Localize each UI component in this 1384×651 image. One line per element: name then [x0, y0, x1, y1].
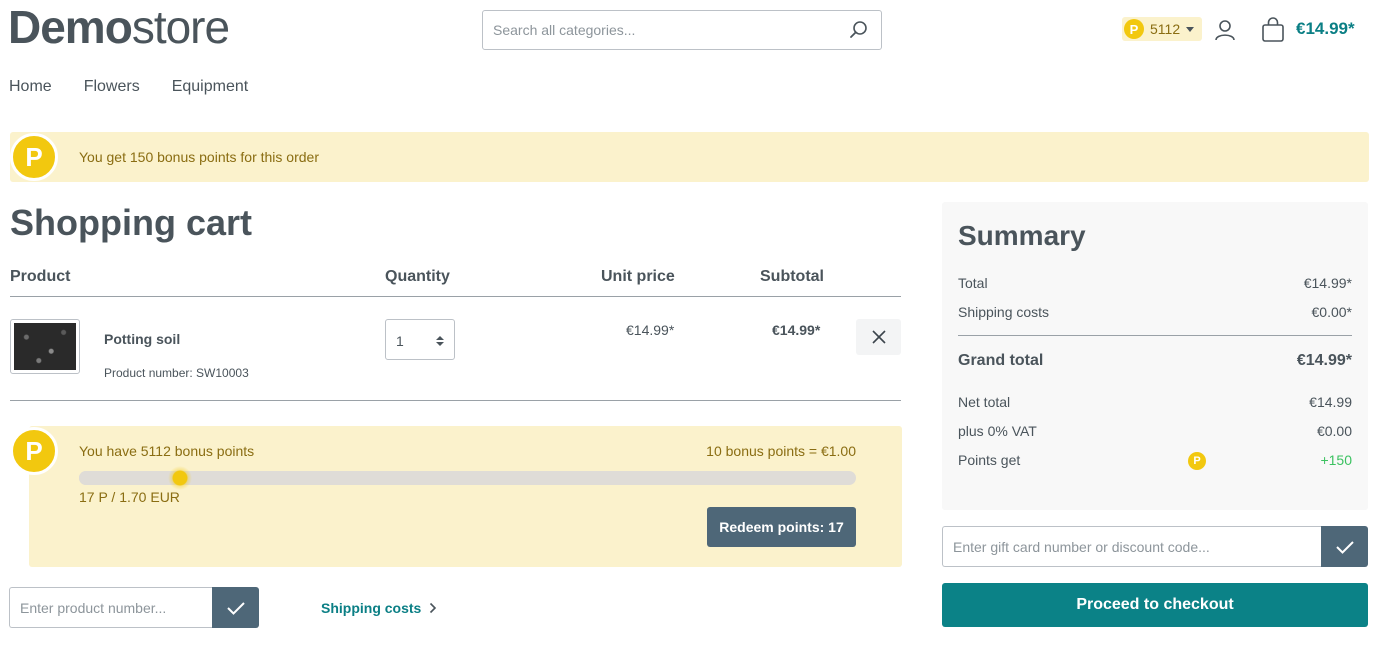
bonus-points-banner: P You get 150 bonus points for this orde… — [10, 132, 1369, 182]
nav-item-equipment[interactable]: Equipment — [172, 78, 249, 96]
search-box — [482, 10, 882, 50]
points-coin-icon: P — [10, 133, 58, 181]
add-product-button[interactable] — [212, 587, 259, 628]
cart-total[interactable]: €14.99* — [1296, 19, 1355, 39]
nav-item-home[interactable]: Home — [9, 78, 52, 96]
column-header-subtotal: Subtotal — [760, 268, 824, 285]
points-coin-icon: P — [10, 427, 58, 475]
shipping-costs-link[interactable]: Shipping costs — [321, 600, 437, 616]
redeem-points-button[interactable]: Redeem points: 17 — [707, 507, 856, 547]
summary-row-total: Total €14.99* — [958, 275, 1352, 291]
nav-item-flowers[interactable]: Flowers — [84, 78, 140, 96]
summary-row-grand-total: Grand total €14.99* — [958, 352, 1352, 370]
vat-value: €0.00 — [1316, 423, 1352, 439]
product-thumbnail[interactable] — [10, 319, 80, 374]
redeem-points-panel: You have 5112 bonus points 10 bonus poin… — [29, 426, 902, 567]
chevron-right-icon — [430, 602, 437, 614]
close-icon — [871, 330, 886, 344]
bonus-banner-text: You get 150 bonus points for this order — [79, 149, 319, 165]
points-get-value: +150 — [1320, 452, 1352, 468]
shipping-value: €0.00* — [1311, 304, 1352, 320]
points-dropdown[interactable]: P 5112 — [1122, 17, 1202, 41]
search-input[interactable] — [483, 11, 823, 49]
table-header-divider — [10, 296, 901, 297]
gift-card-input[interactable] — [943, 527, 1321, 566]
shipping-costs-label: Shipping costs — [321, 600, 422, 616]
proceed-to-checkout-button[interactable]: Proceed to checkout — [942, 583, 1368, 627]
line-subtotal: €14.99* — [772, 322, 821, 338]
apply-code-button[interactable] — [1321, 526, 1368, 567]
summary-row-points: Points get +150 — [958, 452, 1352, 468]
account-icon[interactable] — [1213, 18, 1237, 42]
checkmark-icon — [1335, 540, 1354, 554]
product-number-field — [9, 587, 212, 628]
store-logo[interactable]: Demostore — [8, 1, 230, 53]
logo-light-text: store — [131, 1, 230, 53]
select-arrows-icon — [436, 336, 444, 346]
points-balance: 5112 — [1150, 21, 1181, 37]
product-name-link[interactable]: Potting soil — [104, 331, 180, 347]
cart-bag-icon[interactable] — [1260, 17, 1286, 43]
search-icon[interactable] — [849, 20, 869, 40]
remove-item-button[interactable] — [856, 319, 901, 355]
gift-card-field — [942, 526, 1321, 567]
grand-total-value: €14.99* — [1296, 352, 1352, 369]
page-title: Shopping cart — [10, 202, 252, 243]
checkmark-icon — [226, 601, 245, 615]
net-total-label: Net total — [958, 394, 1011, 410]
points-slider[interactable] — [79, 466, 856, 490]
points-get-label: Points get — [958, 452, 1021, 468]
summary-title: Summary — [958, 220, 1086, 251]
summary-row-shipping: Shipping costs €0.00* — [958, 304, 1352, 320]
product-number: Product number: SW10003 — [104, 366, 249, 380]
potting-soil-image — [14, 323, 76, 370]
net-total-value: €14.99 — [1309, 394, 1352, 410]
summary-row-net-total: Net total €14.99 — [958, 394, 1352, 410]
total-value: €14.99* — [1303, 275, 1352, 291]
grand-total-label: Grand total — [958, 352, 1044, 369]
logo-bold-text: Demo — [8, 1, 133, 53]
quantity-select[interactable]: 1 — [385, 319, 455, 360]
unit-price: €14.99* — [626, 322, 675, 338]
shipping-label: Shipping costs — [958, 304, 1050, 320]
main-navigation: Home Flowers Equipment — [9, 78, 280, 96]
product-number-input[interactable] — [10, 588, 212, 627]
slider-value-text: 17 P / 1.70 EUR — [79, 489, 180, 505]
column-header-unit-price: Unit price — [601, 268, 675, 285]
points-available-text: You have 5112 bonus points — [79, 443, 255, 459]
points-coin-icon: P — [1124, 19, 1144, 39]
total-label: Total — [958, 275, 988, 291]
order-summary: Summary Total €14.99* Shipping costs €0.… — [942, 202, 1368, 510]
summary-row-vat: plus 0% VAT €0.00 — [958, 423, 1352, 439]
summary-divider — [958, 335, 1352, 336]
vat-label: plus 0% VAT — [958, 423, 1037, 439]
caret-down-icon — [1186, 26, 1195, 32]
column-header-product: Product — [10, 268, 71, 285]
points-slider-fill — [79, 471, 180, 485]
line-item-divider — [10, 400, 901, 401]
points-slider-handle[interactable] — [168, 466, 192, 490]
points-coin-icon: P — [1188, 452, 1206, 470]
column-header-quantity: Quantity — [385, 268, 450, 285]
quantity-value: 1 — [396, 333, 404, 349]
points-rate-text: 10 bonus points = €1.00 — [706, 443, 856, 459]
